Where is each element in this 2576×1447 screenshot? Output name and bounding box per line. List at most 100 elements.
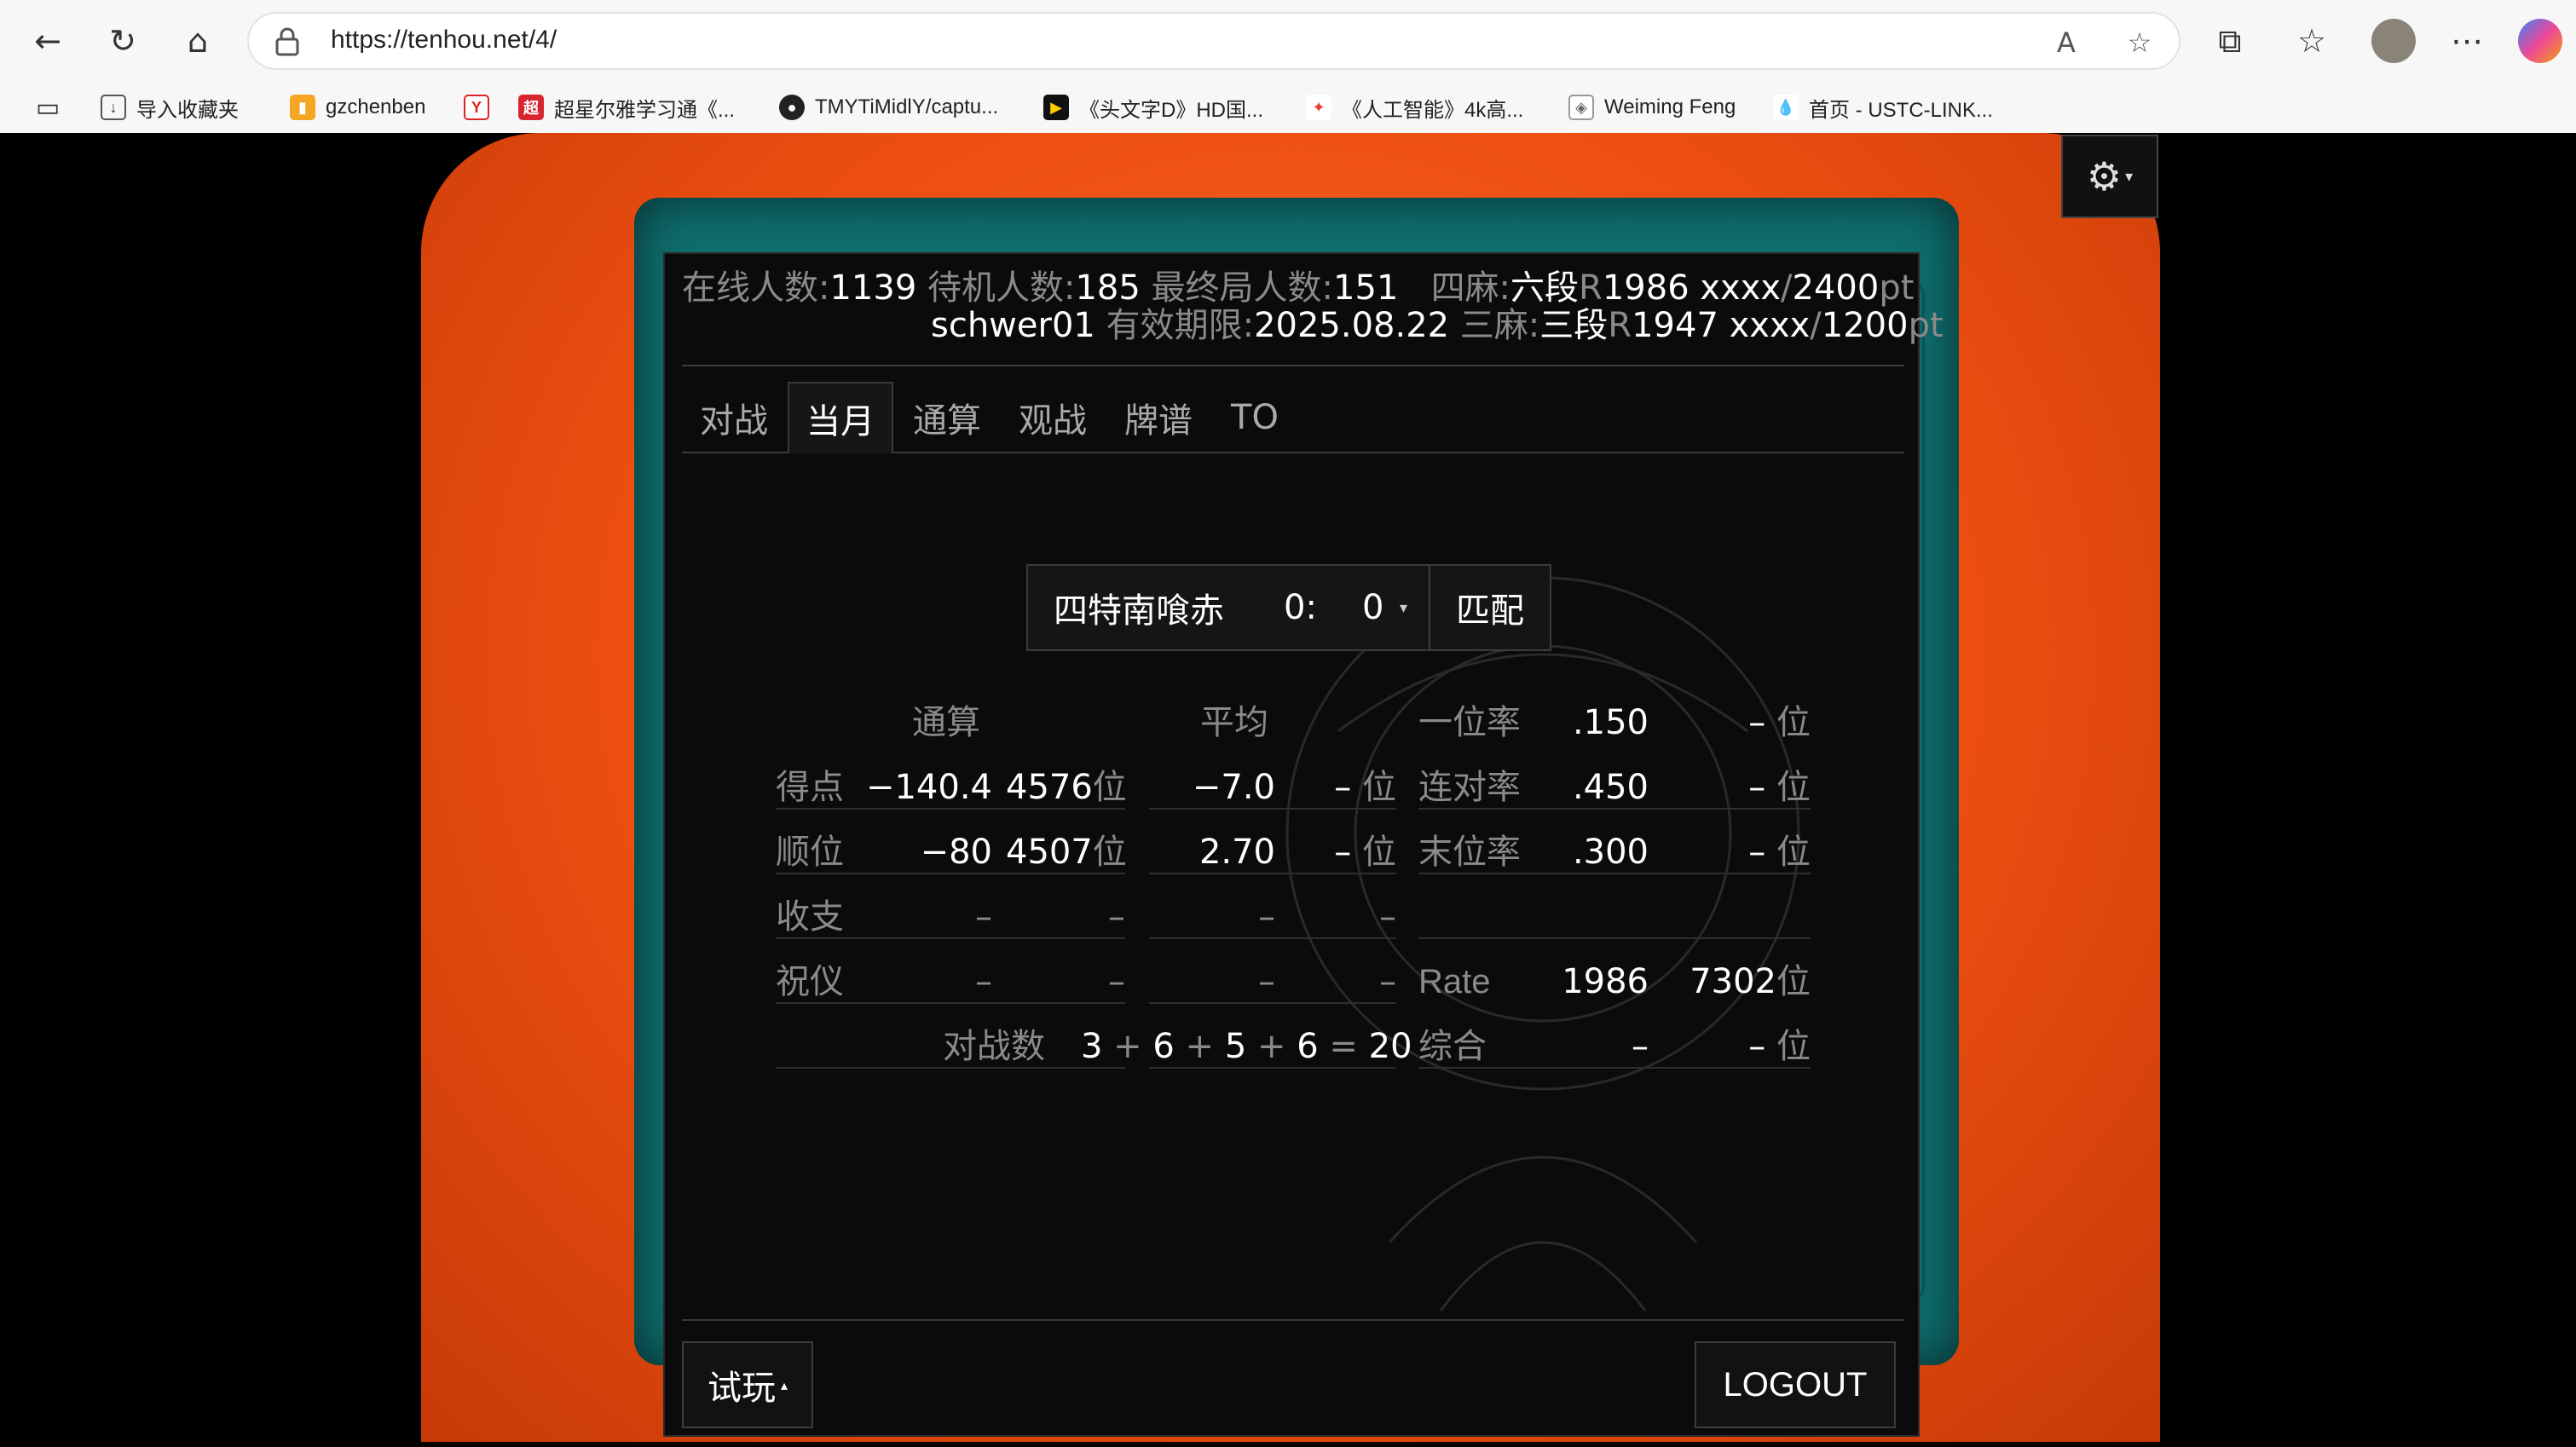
online-count: 1139 [829, 268, 917, 308]
rule-name: 四特南喰赤 [1054, 591, 1224, 631]
stat-value: – [975, 897, 992, 937]
stat-rank: – [1108, 962, 1125, 1001]
row-divider [1418, 808, 1811, 810]
stat-value: 2.70 [1198, 833, 1275, 872]
reload-icon[interactable]: ↻ [101, 19, 145, 63]
stat-value: −80 [920, 833, 992, 872]
tab-battle[interactable]: 对战 [682, 382, 786, 453]
row-divider [1149, 873, 1396, 874]
match-button[interactable]: 匹配 [1430, 566, 1550, 649]
caret-down-icon: ▾ [2125, 167, 2134, 186]
four-pt: 2400 [1792, 268, 1880, 308]
bookmark-item[interactable]: Y [464, 86, 500, 129]
tab-total[interactable]: 通算 [895, 382, 999, 453]
right-label: 一位率 [1418, 703, 1521, 742]
lock-icon[interactable] [274, 27, 300, 56]
waiting-count: 185 [1075, 268, 1141, 308]
logout-button[interactable]: LOGOUT [1695, 1341, 1896, 1428]
final-count: 151 [1333, 268, 1399, 308]
read-aloud-icon[interactable]: A [2048, 24, 2085, 61]
rule-select[interactable]: 四特南喰赤 0: 0 ▾ [1028, 566, 1430, 649]
games-label: 对战数 [943, 1027, 1045, 1066]
bilibili-icon: ✦ [1306, 95, 1331, 120]
match-control: 四特南喰赤 0: 0 ▾ 匹配 [1026, 564, 1551, 651]
header-line-1: 在线人数:1139 待机人数:185 最终局人数:151 四麻:六段R1986 … [682, 268, 1915, 308]
bookmark-item[interactable]: ↓ 导入收藏夹 [101, 86, 239, 129]
right-label: Rate [1418, 963, 1491, 1000]
row-divider [776, 937, 1125, 939]
col-header-avg: 平均 [1200, 703, 1268, 742]
favorites-icon[interactable]: ☆ [2290, 19, 2334, 63]
stat-value: – [1258, 897, 1275, 937]
tab-bar: 对战 当月 通算 观战 牌谱 TO [682, 382, 1904, 453]
stat-rank: 4507位 [1006, 833, 1127, 872]
tab-to[interactable]: TO [1212, 382, 1297, 453]
more-menu-icon[interactable]: ⋯ [2445, 19, 2489, 63]
bookmark-item[interactable]: ◈ Weiming Feng [1568, 86, 1736, 129]
stat-rank: – [1108, 897, 1125, 937]
browser-toolbar: ← ↻ ⌂ https://tenhou.net/4/ A ☆ ⧉ ☆ ⋯ [0, 0, 2576, 82]
stat-value: – [975, 962, 992, 1001]
row-label: 顺位 [776, 833, 844, 872]
right-value: .450 [1572, 768, 1649, 807]
three-rank: 三段 [1539, 306, 1609, 345]
right-value: .300 [1572, 833, 1649, 872]
username: schwer01 [931, 306, 1095, 345]
home-icon[interactable]: ⌂ [176, 19, 220, 63]
profile-avatar[interactable] [2371, 19, 2416, 63]
row-divider [1149, 1002, 1396, 1004]
caret-up-icon: ▴ [780, 1376, 788, 1393]
browser-chrome: ← ↻ ⌂ https://tenhou.net/4/ A ☆ ⧉ ☆ ⋯ ▭ … [0, 0, 2576, 133]
bookmark-item[interactable]: 超超星尔雅学习通《... [518, 86, 735, 129]
favorite-star-icon[interactable]: ☆ [2121, 24, 2158, 61]
sidebar-toggle-icon[interactable]: ▭ [26, 85, 70, 130]
drop-icon: 💧 [1773, 95, 1799, 120]
right-rank: 7302位 [1689, 962, 1811, 1001]
four-rank: 六段 [1510, 268, 1580, 308]
expiry-date: 2025.08.22 [1254, 306, 1450, 345]
stat-rank: 4576位 [1006, 768, 1127, 807]
match-score: 0: [1284, 588, 1317, 627]
tab-replays[interactable]: 牌谱 [1106, 382, 1210, 453]
stat-rank: – 位 [1334, 833, 1396, 872]
url-text[interactable]: https://tenhou.net/4/ [331, 26, 557, 55]
row-divider [1418, 1067, 1811, 1069]
stat-value: −140.4 [865, 768, 992, 807]
row-divider [1149, 1067, 1396, 1069]
three-rate: 1947 xxxx [1632, 306, 1811, 345]
row-divider [1418, 873, 1811, 874]
settings-gear-icon[interactable]: ⚙ ▾ [2061, 135, 2158, 218]
bookmark-item[interactable]: 💧 首页 - USTC-LINK... [1773, 86, 1993, 129]
y-icon: Y [464, 95, 489, 120]
address-bar[interactable]: https://tenhou.net/4/ A ☆ [247, 12, 2180, 70]
header-divider [682, 365, 1904, 366]
header-line-2: schwer01 有效期限:2025.08.22 三麻:三段R1947 xxxx… [931, 306, 1944, 345]
bookmark-item[interactable]: ▶ 《头文字D》HD国... [1043, 86, 1263, 129]
trial-button[interactable]: 试玩 ▴ [682, 1341, 813, 1428]
right-rank: – 位 [1748, 768, 1811, 807]
tab-watch[interactable]: 观战 [1001, 382, 1105, 453]
bookmark-item[interactable]: ● TMYTiMidlY/captu... [779, 86, 998, 129]
right-value: .150 [1572, 703, 1649, 742]
copilot-icon[interactable] [2518, 19, 2562, 63]
row-divider [1418, 937, 1811, 939]
back-arrow-icon[interactable]: ← [26, 19, 70, 63]
bookmark-item[interactable]: ✦ 《人工智能》4k高... [1306, 86, 1523, 129]
row-divider [1149, 937, 1396, 939]
bookmark-item[interactable]: ▮ gzchenben [290, 86, 425, 129]
chaoxing-icon: 超 [518, 95, 544, 120]
chart-icon: ▮ [290, 95, 315, 120]
extensions-icon[interactable]: ⧉ [2208, 19, 2252, 63]
row-divider [1149, 808, 1396, 810]
right-rank: – 位 [1748, 1027, 1811, 1066]
stat-rank: – 位 [1334, 768, 1396, 807]
lobby-panel: 在线人数:1139 待机人数:185 最终局人数:151 四麻:六段R1986 … [663, 252, 1944, 1437]
row-divider [776, 808, 1125, 810]
stat-rank: – [1379, 897, 1396, 937]
tab-this-month[interactable]: 当月 [788, 382, 893, 453]
stat-rank: – [1379, 962, 1396, 1001]
right-label: 末位率 [1418, 833, 1521, 872]
github-icon: ● [779, 95, 805, 120]
page-viewport: ⚙ ▾ 在线人数:1139 待机人数:185 最终局人数:151 四麻:六段R19… [7, 133, 2569, 1442]
row-divider [776, 873, 1125, 874]
